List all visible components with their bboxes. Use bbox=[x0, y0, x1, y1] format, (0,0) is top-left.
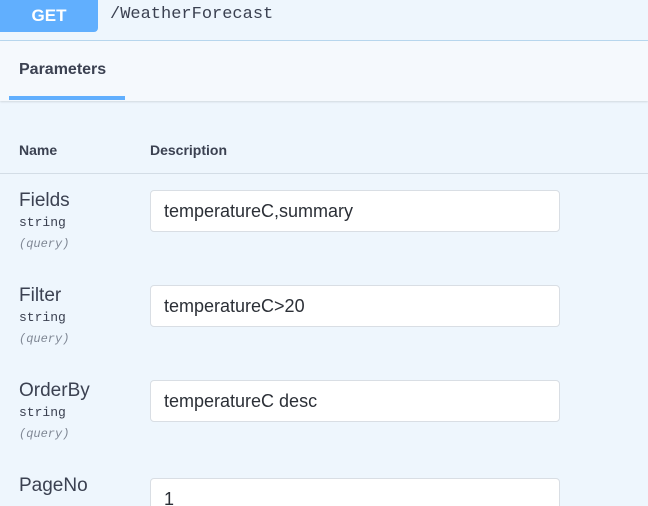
column-header-name: Name bbox=[19, 142, 58, 158]
orderby-input[interactable] bbox=[150, 380, 560, 422]
column-header-description: Description bbox=[150, 142, 228, 158]
parameter-name: Filter bbox=[19, 285, 62, 306]
parameter-location: (query) bbox=[19, 427, 70, 441]
parameter-type: string bbox=[19, 310, 66, 325]
table-header-divider bbox=[0, 173, 648, 174]
parameter-row-pageno: PageNo bbox=[0, 474, 648, 506]
operation-summary-bar[interactable]: GET /WeatherForecast bbox=[0, 0, 648, 41]
tab-label: Parameters bbox=[19, 61, 107, 78]
parameter-location: (query) bbox=[19, 332, 70, 346]
endpoint-path: /WeatherForecast bbox=[110, 5, 274, 24]
parameter-row-filter: Filter string (query) bbox=[0, 284, 648, 379]
tab-header: Parameters bbox=[0, 41, 648, 101]
parameter-row-fields: Fields string (query) bbox=[0, 189, 648, 284]
parameter-type: string bbox=[19, 215, 66, 230]
parameter-name: OrderBy bbox=[19, 380, 90, 401]
parameter-name: Fields bbox=[19, 190, 70, 211]
parameter-type: string bbox=[19, 405, 66, 420]
active-tab-indicator bbox=[9, 96, 125, 100]
http-method-badge: GET bbox=[0, 0, 98, 32]
fields-input[interactable] bbox=[150, 190, 560, 232]
parameter-location: (query) bbox=[19, 237, 70, 251]
parameter-name: PageNo bbox=[19, 475, 88, 496]
filter-input[interactable] bbox=[150, 285, 560, 327]
swagger-operation-panel: GET /WeatherForecast Parameters Name Des… bbox=[0, 0, 648, 506]
pageno-input[interactable] bbox=[150, 478, 560, 506]
tab-parameters[interactable]: Parameters bbox=[9, 41, 125, 101]
parameter-row-orderby: OrderBy string (query) bbox=[0, 379, 648, 474]
